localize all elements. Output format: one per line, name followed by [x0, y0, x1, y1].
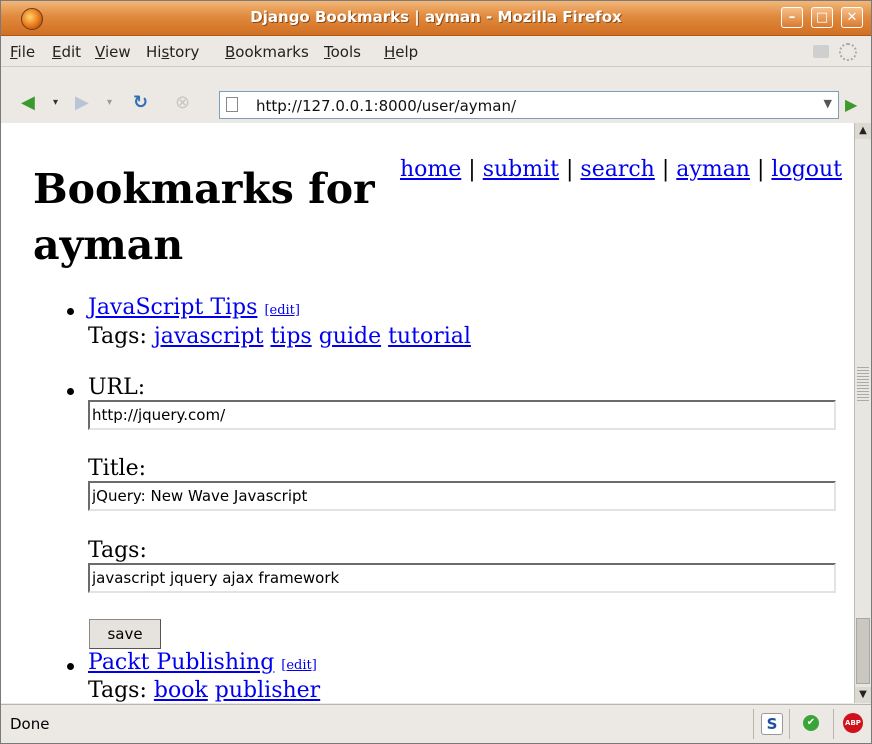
status-bar: Done S ✔ ABP — [1, 704, 871, 744]
menu-view[interactable]: View — [95, 43, 131, 61]
skype-icon[interactable]: S — [761, 713, 783, 735]
url-dropdown-icon[interactable]: ▼ — [824, 97, 832, 110]
bookmark-tags: Tags: javascript tips guide tutorial — [88, 324, 471, 349]
page-icon — [226, 97, 238, 112]
page-content: Bookmarks for ayman home | submit | sear… — [1, 123, 854, 703]
close-button[interactable]: ✕ — [841, 7, 863, 28]
bookmark-title-link[interactable]: Packt Publishing — [88, 650, 274, 675]
page-title: Bookmarks for ayman — [33, 165, 375, 269]
tag-link[interactable]: tips — [270, 324, 311, 349]
status-divider — [789, 709, 790, 739]
bookmark-edit-link[interactable]: [edit] — [281, 658, 317, 673]
forward-arrow-icon[interactable]: ▶ — [75, 94, 89, 112]
scroll-down-icon[interactable]: ▼ — [855, 687, 871, 703]
nav-separator: | — [566, 157, 574, 182]
list-bullet — [67, 663, 74, 670]
menu-history[interactable]: History — [146, 43, 199, 61]
title-field[interactable] — [88, 481, 836, 511]
scroll-up-icon[interactable]: ▲ — [855, 123, 871, 139]
scrollbar-thumb[interactable] — [856, 618, 870, 684]
scrollbar-grip — [857, 367, 869, 401]
url-field[interactable] — [88, 400, 836, 430]
tag-link[interactable]: publisher — [215, 678, 320, 703]
status-divider — [753, 709, 754, 739]
title-label: Title: — [88, 456, 147, 481]
nav-submit-link[interactable]: submit — [483, 157, 559, 182]
menu-bar: File Edit View History Bookmarks Tools H… — [1, 36, 871, 66]
forward-dropdown-icon[interactable]: ▾ — [107, 94, 112, 112]
menu-bookmarks[interactable]: Bookmarks — [225, 43, 309, 61]
back-arrow-icon[interactable]: ◀ — [21, 94, 35, 112]
tags-label: Tags: — [88, 324, 147, 349]
adblock-icon[interactable]: ABP — [843, 713, 863, 733]
nav-home-link[interactable]: home — [400, 157, 461, 182]
nav-search-link[interactable]: search — [580, 157, 654, 182]
tags-field[interactable] — [88, 563, 836, 593]
bookmark-tags: Tags: book publisher — [88, 678, 320, 703]
throbber-icon — [839, 43, 857, 61]
address-bar[interactable]: http://127.0.0.1:8000/user/ayman/ ▼ — [219, 91, 839, 119]
tag-link[interactable]: tutorial — [388, 324, 471, 349]
stop-icon[interactable]: ⊗ — [175, 94, 190, 112]
list-bullet — [67, 308, 74, 315]
url-text[interactable]: http://127.0.0.1:8000/user/ayman/ — [256, 97, 516, 115]
check-icon[interactable]: ✔ — [803, 715, 819, 731]
bookmark-item: Packt Publishing [edit] — [88, 650, 317, 675]
browser-window: Django Bookmarks | ayman - Mozilla Firef… — [0, 0, 872, 744]
menu-file[interactable]: File — [10, 43, 35, 61]
go-arrow-icon[interactable]: ▶ — [845, 95, 857, 114]
url-label: URL: — [88, 375, 146, 400]
status-text: Done — [10, 715, 50, 733]
menu-tools[interactable]: Tools — [324, 43, 361, 61]
tag-link[interactable]: book — [154, 678, 208, 703]
menu-edit[interactable]: Edit — [52, 43, 81, 61]
title-bar: Django Bookmarks | ayman - Mozilla Firef… — [1, 1, 871, 36]
reload-icon[interactable]: ↻ — [133, 94, 148, 112]
toolbar-printer-icon — [813, 45, 829, 58]
nav-logout-link[interactable]: logout — [771, 157, 842, 182]
nav-separator: | — [468, 157, 476, 182]
tags-label: Tags: — [88, 678, 147, 703]
minimize-button[interactable]: – — [781, 7, 803, 28]
nav-separator: | — [661, 157, 670, 182]
tag-link[interactable]: guide — [319, 324, 381, 349]
save-button[interactable]: save — [89, 619, 161, 649]
window-title: Django Bookmarks | ayman - Mozilla Firef… — [250, 8, 622, 26]
status-divider — [833, 709, 834, 739]
tags-field-label: Tags: — [88, 538, 147, 563]
maximize-button[interactable]: □ — [811, 7, 833, 28]
vertical-scrollbar[interactable]: ▲ ▼ — [854, 123, 871, 703]
bookmark-title-link[interactable]: JavaScript Tips — [88, 295, 257, 320]
nav-user-link[interactable]: ayman — [676, 157, 750, 182]
bookmark-edit-link[interactable]: [edit] — [264, 303, 300, 318]
back-dropdown-icon[interactable]: ▾ — [53, 94, 58, 112]
nav-separator: | — [756, 157, 765, 182]
list-bullet — [67, 388, 74, 395]
tag-link[interactable]: javascript — [154, 324, 264, 349]
menu-help[interactable]: Help — [384, 43, 418, 61]
bookmark-item: JavaScript Tips [edit] — [88, 295, 300, 320]
navigation-toolbar: ◀ ▾ ▶ ▾ ↻ ⊗ http://127.0.0.1:8000/user/a… — [1, 66, 871, 124]
top-navigation: home | submit | search | ayman | logout — [400, 157, 842, 182]
